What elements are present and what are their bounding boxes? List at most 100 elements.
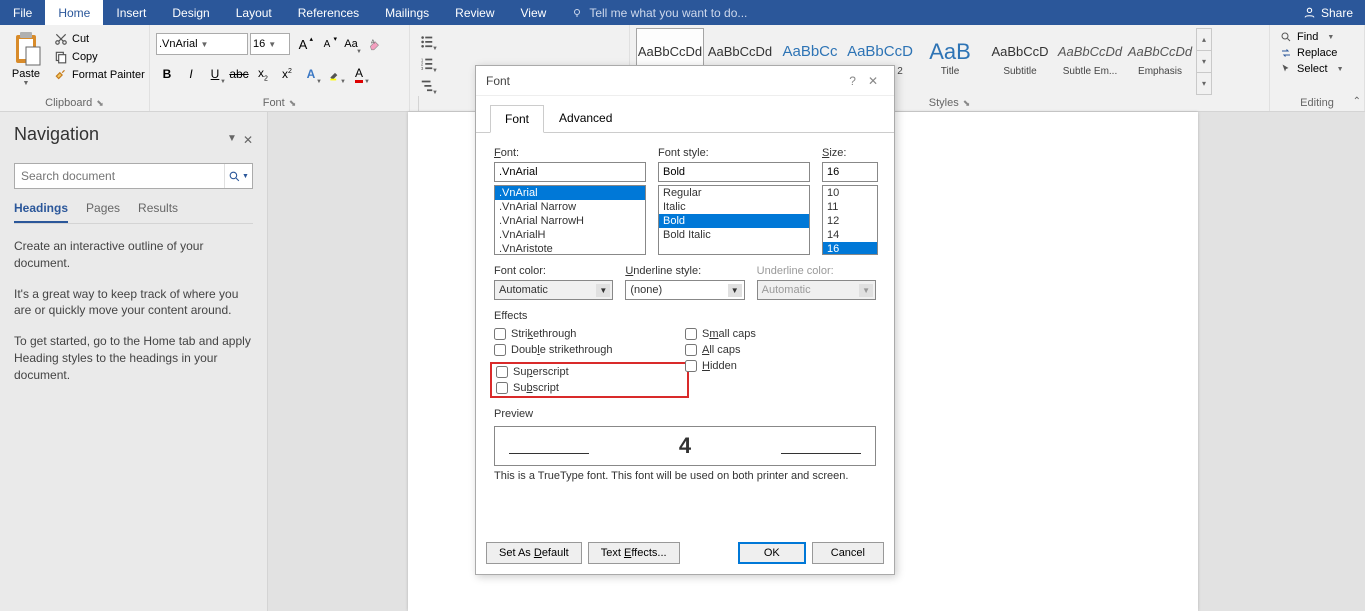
tab-references[interactable]: References <box>285 0 372 25</box>
dstrike-check[interactable]: Double strikethrough <box>494 344 685 356</box>
tab-design[interactable]: Design <box>159 0 222 25</box>
tab-home[interactable]: Home <box>45 0 103 25</box>
styles-expand-icon[interactable]: ⬊ <box>963 98 971 109</box>
format-painter-button[interactable]: Format Painter <box>52 67 147 83</box>
nav-dropdown-icon[interactable]: ▼ <box>227 133 237 147</box>
shrink-font-button[interactable]: A▾ <box>316 33 338 55</box>
tab-review[interactable]: Review <box>442 0 507 25</box>
nav-tab-headings[interactable]: Headings <box>14 201 68 223</box>
font-style-listbox[interactable]: RegularItalicBoldBold Italic <box>658 185 810 255</box>
tab-view[interactable]: View <box>508 0 560 25</box>
subscript-check[interactable]: Subscript <box>496 382 683 394</box>
superscript-button[interactable]: x2 <box>276 63 298 85</box>
smallcaps-check[interactable]: Small caps <box>685 328 876 340</box>
ok-button[interactable]: OK <box>738 542 806 564</box>
list-item[interactable]: 11 <box>823 200 877 214</box>
list-item[interactable]: .VnArialH <box>495 228 645 242</box>
allcaps-check[interactable]: All caps <box>685 344 876 356</box>
replace-button[interactable]: Replace <box>1276 46 1348 60</box>
font-input[interactable] <box>494 162 646 182</box>
list-item[interactable]: Bold Italic <box>659 228 809 242</box>
font-size-combo[interactable]: 16▼ <box>250 33 290 55</box>
list-item[interactable]: .VnAristote <box>495 242 645 255</box>
dialog-help-button[interactable]: ? <box>843 74 862 88</box>
collapse-ribbon-button[interactable]: ⌃ <box>1353 96 1361 107</box>
list-item[interactable]: .VnArial NarrowH <box>495 214 645 228</box>
size-input[interactable] <box>822 162 878 182</box>
change-case-button[interactable]: Aa▼ <box>340 33 362 55</box>
dialog-close-button[interactable]: ✕ <box>862 74 884 88</box>
dlg-tab-font[interactable]: Font <box>490 105 544 133</box>
list-item[interactable]: Bold <box>659 214 809 228</box>
tab-mailings[interactable]: Mailings <box>372 0 442 25</box>
strike-check[interactable]: Strikethrough <box>494 328 685 340</box>
font-name-combo[interactable]: .VnArial▼ <box>156 33 248 55</box>
multilevel-button[interactable]: ▼ <box>416 74 438 96</box>
tab-file[interactable]: File <box>0 0 45 25</box>
svg-text:3: 3 <box>421 66 424 70</box>
clear-formatting-button[interactable]: A <box>364 33 386 55</box>
nav-tab-results[interactable]: Results <box>138 201 178 223</box>
search-input[interactable] <box>15 164 224 188</box>
list-item[interactable]: 12 <box>823 214 877 228</box>
font-color-button[interactable]: A▼ <box>348 63 370 85</box>
style-item[interactable]: AaBTitle <box>916 28 984 86</box>
share-button[interactable]: Share <box>1291 0 1365 25</box>
nav-tab-pages[interactable]: Pages <box>86 201 120 223</box>
numbering-button[interactable]: 123▼ <box>416 52 438 74</box>
underline-style-label: Underline style: <box>625 265 744 277</box>
text-effects-button[interactable]: Text Effects... <box>588 542 680 564</box>
strikethrough-button[interactable]: abc <box>228 63 250 85</box>
navigation-pane: Navigation ▼✕ ▼ Headings Pages Results C… <box>0 112 268 611</box>
underline-button[interactable]: U▼ <box>204 63 226 85</box>
highlight-button[interactable]: ▼ <box>324 63 346 85</box>
bullets-button[interactable]: ▼ <box>416 30 438 52</box>
cut-button[interactable]: Cut <box>52 31 147 47</box>
tell-me[interactable]: Tell me what you want to do... <box>559 0 1291 25</box>
style-preview: AaBbCcDd <box>1058 38 1122 66</box>
dlg-tab-advanced[interactable]: Advanced <box>544 104 627 132</box>
font-style-input[interactable] <box>658 162 810 182</box>
hidden-check[interactable]: Hidden <box>685 360 876 372</box>
style-item[interactable]: AaBbCcDdEmphasis <box>1126 28 1194 86</box>
clipboard-expand-icon[interactable]: ⬊ <box>96 98 104 109</box>
search-box: ▼ <box>14 163 253 189</box>
underline-color-label: Underline color: <box>757 265 876 277</box>
list-item[interactable]: Italic <box>659 200 809 214</box>
list-item[interactable]: .VnArial Narrow <box>495 200 645 214</box>
underline-style-ddl[interactable]: (none)▼ <box>625 280 744 300</box>
grow-font-button[interactable]: A▴ <box>292 33 314 55</box>
list-item[interactable]: 14 <box>823 228 877 242</box>
font-listbox[interactable]: .VnArial.VnArial Narrow.VnArial NarrowH.… <box>494 185 646 255</box>
search-button[interactable]: ▼ <box>224 164 252 188</box>
nav-help-text: Create an interactive outline of your do… <box>14 238 253 384</box>
style-preview: AaBbCcD <box>847 38 913 66</box>
list-item[interactable]: 10 <box>823 186 877 200</box>
paste-button[interactable]: Paste ▼ <box>6 28 48 95</box>
find-button[interactable]: Find▼ <box>1276 30 1348 44</box>
cancel-button[interactable]: Cancel <box>812 542 884 564</box>
set-default-button[interactable]: Set As Default <box>486 542 582 564</box>
list-item[interactable]: Regular <box>659 186 809 200</box>
preview-box: 4 <box>494 426 876 466</box>
select-button[interactable]: Select▼ <box>1276 62 1348 76</box>
tab-layout[interactable]: Layout <box>223 0 285 25</box>
font-color-ddl[interactable]: Automatic▼ <box>494 280 613 300</box>
font-expand-icon[interactable]: ⬊ <box>289 98 297 109</box>
svg-text:A: A <box>371 39 375 45</box>
copy-button[interactable]: Copy <box>52 49 147 65</box>
list-item[interactable]: .VnArial <box>495 186 645 200</box>
text-effects-button[interactable]: A▼ <box>300 63 322 85</box>
size-listbox[interactable]: 1011121416 <box>822 185 878 255</box>
font-style-label: Font style: <box>658 147 810 159</box>
style-item[interactable]: AaBbCcDdSubtle Em... <box>1056 28 1124 86</box>
style-item[interactable]: AaBbCcDSubtitle <box>986 28 1054 86</box>
tab-insert[interactable]: Insert <box>103 0 159 25</box>
subscript-button[interactable]: x2 <box>252 63 274 85</box>
styles-scroll[interactable]: ▴▾▾ <box>1196 28 1212 95</box>
nav-close-icon[interactable]: ✕ <box>243 133 253 147</box>
italic-button[interactable]: I <box>180 63 202 85</box>
bold-button[interactable]: B <box>156 63 178 85</box>
superscript-check[interactable]: Superscript <box>496 366 683 378</box>
list-item[interactable]: 16 <box>823 242 877 255</box>
